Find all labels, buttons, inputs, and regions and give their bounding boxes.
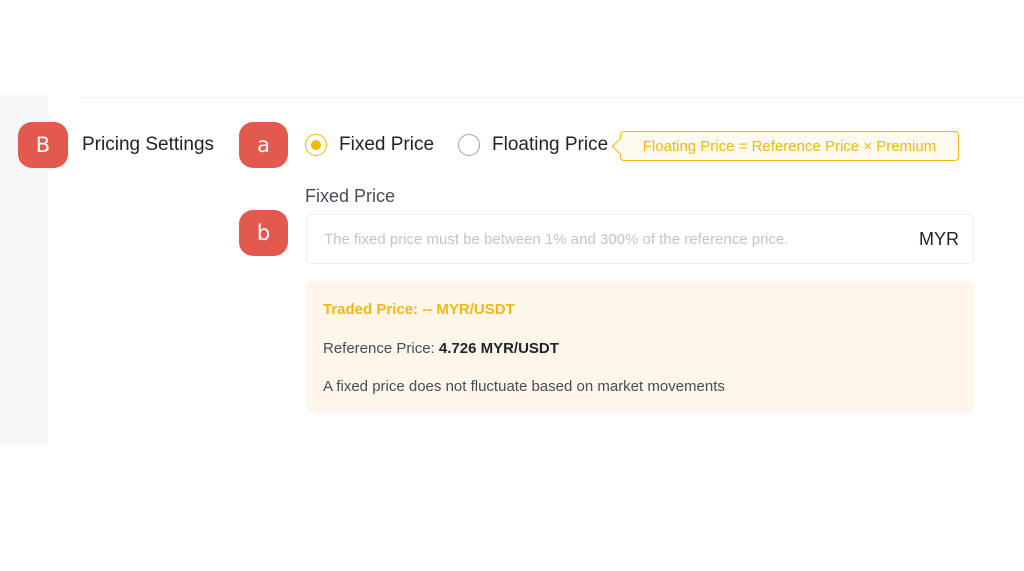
section-title: Pricing Settings: [82, 134, 215, 155]
radio-selected-icon: [305, 134, 327, 156]
annotation-marker-a: a: [239, 122, 288, 168]
currency-unit: MYR: [919, 228, 959, 249]
floating-price-radio-label: Floating Price: [492, 134, 609, 155]
floating-price-tooltip: Floating Price = Reference Price × Premi…: [620, 131, 959, 161]
reference-price-label: Reference Price:: [323, 340, 439, 357]
annotation-marker-b-section: B: [18, 122, 68, 168]
price-info-box: Traded Price: -- MYR/USDT Reference Pric…: [306, 281, 974, 413]
fixed-price-radio-label: Fixed Price: [339, 134, 435, 155]
fixed-price-field-label: Fixed Price: [305, 186, 396, 206]
fixed-price-input[interactable]: [324, 230, 909, 248]
floating-price-radio[interactable]: Floating Price: [458, 134, 608, 156]
annotation-marker-b-field: b: [239, 210, 288, 256]
fixed-price-input-wrapper: MYR: [306, 214, 974, 264]
traded-price: Traded Price: -- MYR/USDT: [323, 301, 515, 318]
pricing-settings-screen: B Pricing Settings a Fixed Price Floatin…: [0, 0, 1024, 571]
divider: [80, 97, 1024, 98]
reference-price: Reference Price: 4.726 MYR/USDT: [323, 340, 559, 357]
fixed-price-note: A fixed price does not fluctuate based o…: [323, 378, 725, 395]
reference-price-value: 4.726 MYR/USDT: [438, 340, 559, 357]
fixed-price-radio[interactable]: Fixed Price: [305, 134, 434, 156]
radio-unselected-icon: [458, 134, 480, 156]
